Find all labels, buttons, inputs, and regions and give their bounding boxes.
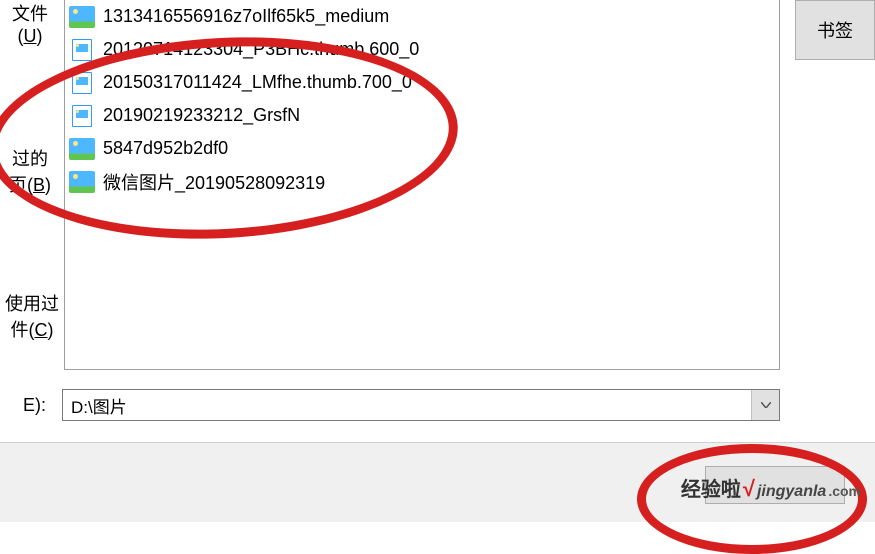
sidebar-label-used-files: 使用过 件(C) — [0, 290, 64, 342]
file-name-label: 20120714123304_P3BHc.thumb.600_0 — [103, 39, 419, 60]
file-name-label: 20190219233212_GrsfN — [103, 105, 300, 126]
file-list-panel[interactable]: 1313416556916z7oIlf65k5_medium 2012071412… — [64, 0, 780, 370]
left-sidebar: 文件 (U) 过的 页(B) 使用过 件(C) — [0, 0, 60, 370]
image-file-icon — [69, 169, 95, 195]
chevron-down-icon — [761, 402, 771, 408]
file-name-label: 微信图片_20190528092319 — [103, 169, 325, 195]
file-name-label: 5847d952b2df0 — [103, 138, 228, 159]
image-file-icon — [69, 37, 95, 63]
path-row: E): — [0, 385, 780, 425]
path-combobox[interactable] — [62, 389, 780, 421]
file-list: 1313416556916z7oIlf65k5_medium 2012071412… — [65, 0, 779, 198]
file-item[interactable]: 微信图片_20190528092319 — [65, 165, 779, 198]
path-dropdown-button[interactable] — [751, 390, 779, 420]
file-item[interactable]: 20120714123304_P3BHc.thumb.600_0 — [65, 33, 779, 66]
image-file-icon — [69, 103, 95, 129]
sidebar-label-past-pages: 过的 页(B) — [0, 145, 60, 197]
file-item[interactable]: 1313416556916z7oIlf65k5_medium — [65, 0, 779, 33]
path-input[interactable] — [63, 390, 751, 420]
image-file-icon — [69, 4, 95, 30]
file-name-label: 1313416556916z7oIlf65k5_medium — [103, 6, 389, 27]
bookmark-button[interactable]: 书签 — [795, 0, 875, 60]
path-label: E): — [0, 395, 52, 416]
file-item[interactable]: 20150317011424_LMfhe.thumb.700_0 — [65, 66, 779, 99]
footer-bar — [0, 442, 875, 522]
image-file-icon — [69, 136, 95, 162]
file-item[interactable]: 5847d952b2df0 — [65, 132, 779, 165]
sidebar-label-files: 文件 (U) — [0, 0, 60, 47]
file-item[interactable]: 20190219233212_GrsfN — [65, 99, 779, 132]
file-name-label: 20150317011424_LMfhe.thumb.700_0 — [103, 72, 412, 93]
image-file-icon — [69, 70, 95, 96]
confirm-button[interactable] — [705, 466, 845, 504]
